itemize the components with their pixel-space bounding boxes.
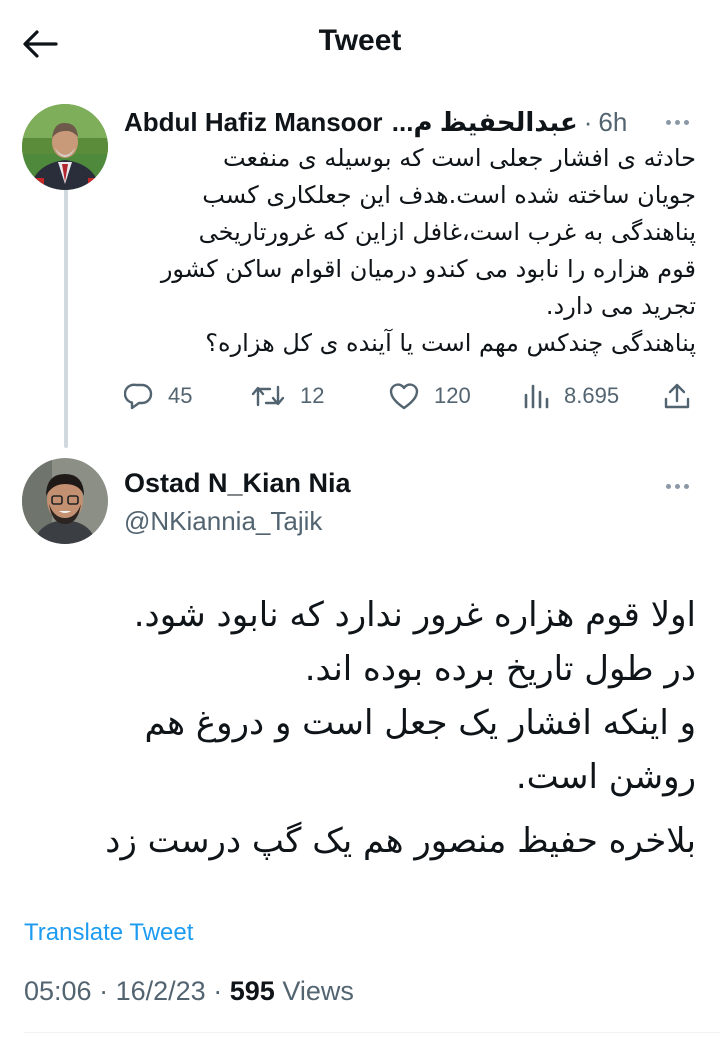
retweet-button[interactable]: 12	[250, 376, 324, 416]
reply-icon	[124, 383, 153, 410]
tweet-actions: 45 12 120 8.695	[118, 376, 698, 416]
avatar-ostad-n-kian-nia[interactable]	[22, 458, 108, 544]
top-bar: Tweet	[0, 0, 720, 88]
share-icon	[664, 383, 690, 409]
more-options-icon[interactable]	[666, 484, 689, 489]
text-line: قوم هزاره را نابود می کندو درمیان اقوام …	[160, 255, 696, 283]
views-label: Views	[282, 976, 354, 1006]
text-line: پناهندگی به غرب است،غافل ازاین که غرورتا…	[198, 218, 696, 246]
like-count: 120	[434, 383, 471, 408]
retweet-count: 12	[300, 383, 325, 408]
text-line: پناهندگی چندکس مهم است یا آینده ی کل هزا…	[205, 329, 696, 357]
reply-button[interactable]: 45	[124, 376, 192, 416]
separator-dot: ·	[583, 106, 593, 137]
text-line: روشن است.	[515, 757, 696, 797]
views-count[interactable]: 595	[230, 976, 275, 1006]
text-line: و اینکه افشار یک جعل است و دروغ هم	[144, 703, 697, 743]
author-name-rtl[interactable]: عبدالحفیظ م...	[385, 107, 578, 138]
separator-dot: ·	[99, 976, 109, 1006]
retweet-icon	[251, 385, 285, 407]
tweet-date[interactable]: 16/2/23	[116, 976, 206, 1006]
quoted-tweet-text: حادثه ی افشار جعلی است که بوسیله ی منفعت…	[118, 140, 696, 362]
author-name[interactable]: Ostad N_Kian Nia	[124, 468, 351, 499]
analytics-icon	[524, 384, 549, 409]
translate-tweet-link[interactable]: Translate Tweet	[24, 919, 193, 947]
tweet-time[interactable]: 05:06	[24, 976, 92, 1006]
text-line: در طول تاریخ برده بوده اند.	[304, 649, 696, 689]
tweet-text: اولا قوم هزاره غرور ندارد که نابود شود. …	[30, 588, 696, 868]
timestamp[interactable]: 6h	[598, 107, 627, 138]
separator-dot: ·	[213, 976, 223, 1006]
reply-count: 45	[168, 383, 193, 408]
thread-connector-line	[64, 180, 68, 448]
views-button[interactable]: 8.695	[522, 376, 619, 416]
page-title: Tweet	[318, 24, 402, 57]
divider	[24, 1032, 720, 1033]
text-line: اولا قوم هزاره غرور ندارد که نابود شود.	[133, 595, 696, 635]
view-count: 8.695	[564, 383, 620, 408]
like-button[interactable]: 120	[388, 376, 471, 416]
text-line: حادثه ی افشار جعلی است که بوسیله ی منفعت	[222, 144, 696, 172]
author-name[interactable]: Abdul Hafiz Mansoor	[124, 107, 383, 138]
quoted-tweet-header: Abdul Hafiz Mansoor عبدالحفیظ م... · 6h	[124, 104, 684, 140]
tweet-metadata: 05:06 · 16/2/23 · 595 Views	[24, 976, 354, 1007]
avatar-abdul-hafiz-mansoor[interactable]	[22, 104, 108, 190]
heart-icon	[389, 383, 419, 410]
more-options-icon[interactable]	[666, 120, 689, 125]
share-button[interactable]	[662, 376, 692, 416]
author-handle[interactable]: @NKiannia_Tajik	[124, 506, 322, 537]
text-line: جویان ساخته شده است.هدف این جعلکاری کسب	[202, 181, 696, 209]
text-line: تجرید می دارد.	[545, 292, 696, 320]
text-line: بلاخره حفیظ منصور هم یک گپ درست زد	[105, 821, 696, 861]
